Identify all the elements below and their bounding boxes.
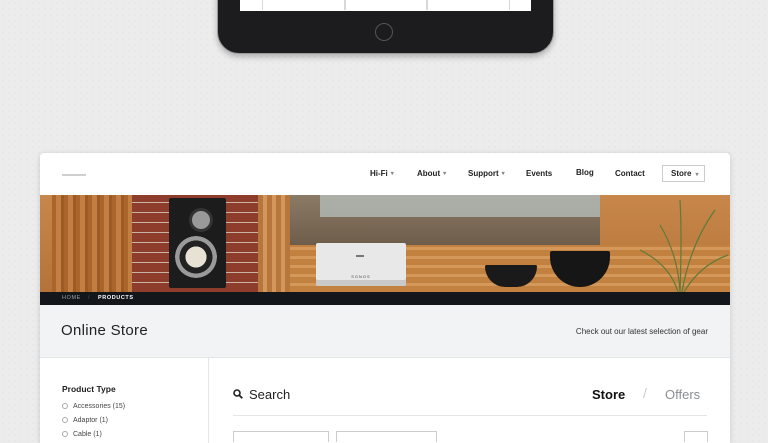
- filter-item[interactable]: Accessories (15): [62, 403, 125, 410]
- product-card[interactable]: [336, 431, 437, 442]
- sonos-slot: [356, 255, 364, 257]
- sonos-device-image: SONOS: [316, 243, 406, 286]
- search-label[interactable]: Search: [249, 387, 290, 402]
- breadcrumb-home[interactable]: HOME: [62, 292, 81, 305]
- nav-item-blog[interactable]: Blog: [576, 168, 594, 177]
- radio-icon: [62, 417, 68, 424]
- speaker-tweeter: [189, 208, 213, 232]
- chevron-down-icon: ▾: [390, 171, 394, 177]
- filter-sidebar: Product Type Accessories (15) Adaptor (1…: [40, 358, 209, 443]
- speaker-woofer: [175, 236, 217, 278]
- chevron-down-icon: ▾: [501, 171, 505, 177]
- banner-wood-panel: [52, 195, 132, 292]
- search-icon[interactable]: [233, 389, 243, 399]
- filter-item[interactable]: Adaptor (1): [62, 417, 108, 424]
- nav-item-contact[interactable]: Contact: [615, 169, 645, 178]
- store-button-label: Store: [671, 169, 692, 178]
- banner-window-glass: [320, 195, 600, 217]
- nav-label: Hi-Fi: [370, 169, 388, 178]
- website-frame: Hi-Fi ▾ About ▾ Support ▾ Events Blog Conta…: [40, 153, 730, 443]
- sonos-logo: SONOS: [351, 274, 371, 279]
- nav-label: Support: [468, 169, 499, 178]
- banner-wood-post: [258, 195, 290, 292]
- top-navbar: Hi-Fi ▾ About ▾ Support ▾ Events Blog Conta…: [40, 153, 730, 195]
- filter-label: Adaptor (1): [73, 417, 109, 424]
- hero-banner: SONOS: [40, 195, 730, 292]
- page-title: Online Store: [61, 322, 148, 339]
- page-tagline: Check out our latest selection of gear: [575, 327, 708, 336]
- chevron-down-icon: ▾: [695, 172, 699, 178]
- main-nav: Hi-Fi ▾ About ▾ Support ▾ Events Blog Conta…: [40, 153, 730, 195]
- chevron-down-icon: ▾: [443, 171, 447, 177]
- filter-label: Cable (1): [73, 431, 102, 438]
- nav-item-events[interactable]: Events: [526, 169, 552, 178]
- nav-item-support[interactable]: Support ▾: [468, 169, 505, 178]
- divider: [233, 415, 707, 416]
- tablet-card: [426, 0, 510, 10]
- tablet-device: [217, 0, 554, 54]
- store-dropdown-button[interactable]: Store ▾: [662, 165, 705, 182]
- filter-heading: Product Type: [62, 384, 116, 394]
- page-header: Online Store Check out our latest select…: [40, 305, 730, 358]
- product-card[interactable]: [684, 431, 708, 442]
- nav-item-about[interactable]: About ▾: [417, 169, 446, 178]
- tab-offers[interactable]: Offers: [665, 387, 700, 402]
- tab-separator: /: [643, 385, 647, 401]
- product-card[interactable]: [233, 431, 329, 442]
- speaker-image: [169, 198, 226, 288]
- nav-item-hifi[interactable]: Hi-Fi ▾: [370, 169, 394, 178]
- radio-icon: [62, 403, 68, 410]
- plant-image: [639, 199, 729, 292]
- filter-label: Accessories (15): [73, 403, 126, 410]
- tab-store[interactable]: Store: [592, 387, 625, 402]
- filter-item[interactable]: Cable (1): [62, 431, 102, 438]
- nav-label: About: [417, 169, 441, 178]
- radio-icon: [62, 431, 68, 438]
- tablet-screen: [240, 0, 531, 11]
- breadcrumb-separator: /: [88, 295, 91, 301]
- breadcrumb: HOME / PRODUCTS: [40, 292, 730, 305]
- breadcrumb-current: PRODUCTS: [98, 295, 134, 301]
- tablet-card: [262, 0, 346, 10]
- tablet-card: [344, 0, 428, 10]
- home-button: [375, 23, 393, 41]
